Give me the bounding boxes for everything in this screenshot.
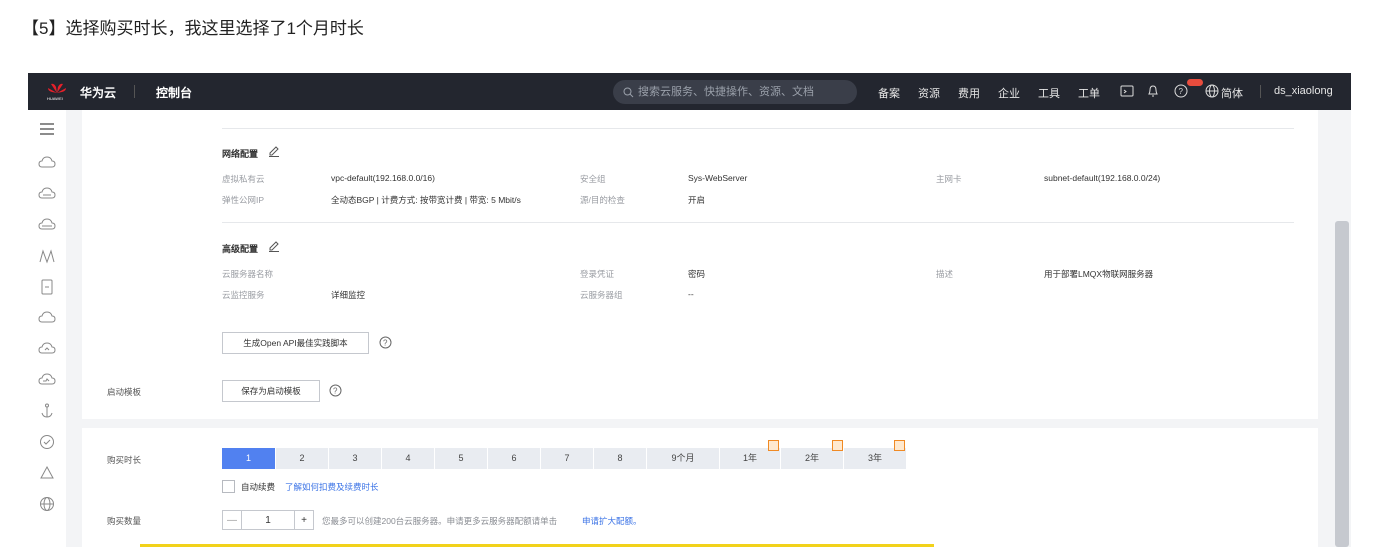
duration-option-4[interactable]: 4: [382, 448, 434, 469]
nav-tools[interactable]: 工具: [1038, 85, 1060, 101]
cloud-storage-icon[interactable]: [38, 185, 56, 203]
cloud-database-icon[interactable]: [38, 216, 56, 234]
search-icon: [623, 87, 634, 97]
login-credential-label: 登录凭证: [580, 269, 615, 279]
sidebar: [28, 110, 66, 547]
search-placeholder: 搜索云服务、快捷操作、资源、文档: [638, 86, 814, 98]
service-icon[interactable]: [38, 433, 56, 451]
document-icon[interactable]: [38, 278, 56, 296]
duration-label: 购买时长: [107, 455, 142, 465]
config-summary-panel: 网络配置 虚拟私有云 vpc-default(192.168.0.0/16) 安…: [82, 110, 1318, 419]
duration-option-1[interactable]: 1: [222, 448, 275, 469]
svg-text:?: ?: [383, 339, 388, 348]
duration-option-3[interactable]: 3: [329, 448, 381, 469]
notification-badge: [1187, 79, 1203, 86]
cloud-icon[interactable]: [38, 309, 56, 327]
cloud-monitor-value: 详细监控: [331, 290, 366, 300]
search-input[interactable]: 搜索云服务、快捷操作、资源、文档: [613, 80, 857, 104]
username[interactable]: ds_xiaolong: [1274, 85, 1333, 97]
network-icon[interactable]: [38, 247, 56, 265]
renew-info-link[interactable]: 了解如何扣费及续费时长: [285, 481, 379, 493]
generate-api-script-button[interactable]: 生成Open API最佳实践脚本: [222, 332, 369, 354]
edit-icon[interactable]: [268, 240, 280, 252]
vpc-label: 虚拟私有云: [222, 174, 265, 184]
svg-text:?: ?: [1179, 87, 1184, 96]
save-launch-template-button[interactable]: 保存为启动模板: [222, 380, 320, 402]
svg-text:?: ?: [333, 387, 338, 396]
duration-option-2-years[interactable]: 2年: [781, 448, 843, 469]
language-switch[interactable]: 简体: [1221, 85, 1243, 101]
divider: [222, 222, 1294, 223]
anchor-icon[interactable]: [38, 402, 56, 420]
login-credential-value: 密码: [688, 269, 706, 279]
promo-tag-icon: [832, 440, 843, 451]
cloud-monitor-icon[interactable]: [38, 371, 56, 389]
huawei-logo-icon[interactable]: HUAWEI: [46, 81, 68, 101]
console-screenshot: HUAWEI 华为云 控制台 搜索云服务、快捷操作、资源、文档 备案 资源 费用…: [28, 73, 1351, 547]
duration-option-7[interactable]: 7: [541, 448, 593, 469]
console-link[interactable]: 控制台: [156, 84, 192, 101]
description-value: 用于部署LMQX物联网服务器: [1044, 269, 1154, 279]
divider: [1260, 85, 1261, 98]
duration-option-3-years[interactable]: 3年: [844, 448, 906, 469]
duration-option-9-months[interactable]: 9个月: [647, 448, 719, 469]
divider: [222, 128, 1294, 129]
cloud-backup-icon[interactable]: [38, 340, 56, 358]
quantity-increment-button[interactable]: +: [294, 510, 314, 530]
eip-label: 弹性公网IP: [222, 195, 265, 205]
quantity-label: 购买数量: [107, 516, 142, 526]
nav-tickets[interactable]: 工单: [1078, 85, 1100, 101]
launch-template-label: 启动模板: [107, 387, 142, 397]
source-dest-check-value: 开启: [688, 195, 706, 205]
question-icon[interactable]: ?: [379, 336, 392, 349]
cloud-server-icon[interactable]: [38, 154, 56, 172]
source-dest-check-label: 源/目的检查: [580, 195, 625, 205]
nav-billing[interactable]: 费用: [958, 85, 980, 101]
global-icon[interactable]: [38, 495, 56, 513]
duration-option-8[interactable]: 8: [594, 448, 646, 469]
menu-icon[interactable]: [38, 120, 56, 138]
quantity-hint: 您最多可以创建200台云服务器。申请更多云服务器配额请单击: [322, 516, 558, 526]
caption: 【5】选择购买时长，我这里选择了1个月时长: [22, 19, 364, 38]
terminal-icon[interactable]: [1120, 84, 1134, 98]
quantity-decrement-button[interactable]: —: [222, 510, 242, 530]
description-label: 描述: [936, 269, 954, 279]
quota-increase-link[interactable]: 申请扩大配额。: [582, 515, 642, 527]
security-group-value: Sys-WebServer: [688, 173, 748, 183]
brand-name[interactable]: 华为云: [80, 84, 116, 101]
globe-icon[interactable]: [1205, 84, 1219, 98]
eip-value: 全动态BGP | 计费方式: 按带宽计费 | 带宽: 5 Mbit/s: [331, 195, 521, 205]
duration-option-6[interactable]: 6: [488, 448, 540, 469]
network-section-title: 网络配置: [222, 149, 259, 159]
top-navigation-bar: HUAWEI 华为云 控制台 搜索云服务、快捷操作、资源、文档 备案 资源 费用…: [28, 73, 1351, 110]
svg-text:HUAWEI: HUAWEI: [47, 96, 63, 101]
divider: [134, 85, 135, 98]
primary-nic-label: 主网卡: [936, 174, 962, 184]
edit-icon[interactable]: [268, 145, 280, 157]
vpc-value: vpc-default(192.168.0.0/16): [331, 173, 435, 183]
bell-icon[interactable]: [1146, 84, 1160, 98]
cloud-monitor-label: 云监控服务: [222, 290, 265, 300]
nav-resources[interactable]: 资源: [918, 85, 940, 101]
promo-tag-icon: [894, 440, 905, 451]
auto-renew-checkbox[interactable]: [222, 480, 235, 493]
quantity-input[interactable]: 1: [241, 510, 295, 530]
nav-enterprise[interactable]: 企业: [998, 85, 1020, 101]
duration-option-1-year[interactable]: 1年: [720, 448, 780, 469]
help-icon[interactable]: ?: [1174, 84, 1188, 98]
duration-option-5[interactable]: 5: [435, 448, 487, 469]
server-group-label: 云服务器组: [580, 290, 623, 300]
nav-filing[interactable]: 备案: [878, 85, 900, 101]
question-icon[interactable]: ?: [329, 384, 342, 397]
server-group-value: --: [688, 289, 694, 299]
primary-nic-value: subnet-default(192.168.0.0/24): [1044, 173, 1161, 183]
auto-renew-label: 自动续费: [241, 482, 276, 492]
duration-option-2[interactable]: 2: [276, 448, 328, 469]
server-name-label: 云服务器名称: [222, 269, 274, 279]
scrollbar[interactable]: [1335, 221, 1349, 547]
recycle-icon[interactable]: [38, 464, 56, 482]
promo-tag-icon: [768, 440, 779, 451]
security-group-label: 安全组: [580, 174, 606, 184]
advanced-section-title: 高级配置: [222, 244, 259, 254]
